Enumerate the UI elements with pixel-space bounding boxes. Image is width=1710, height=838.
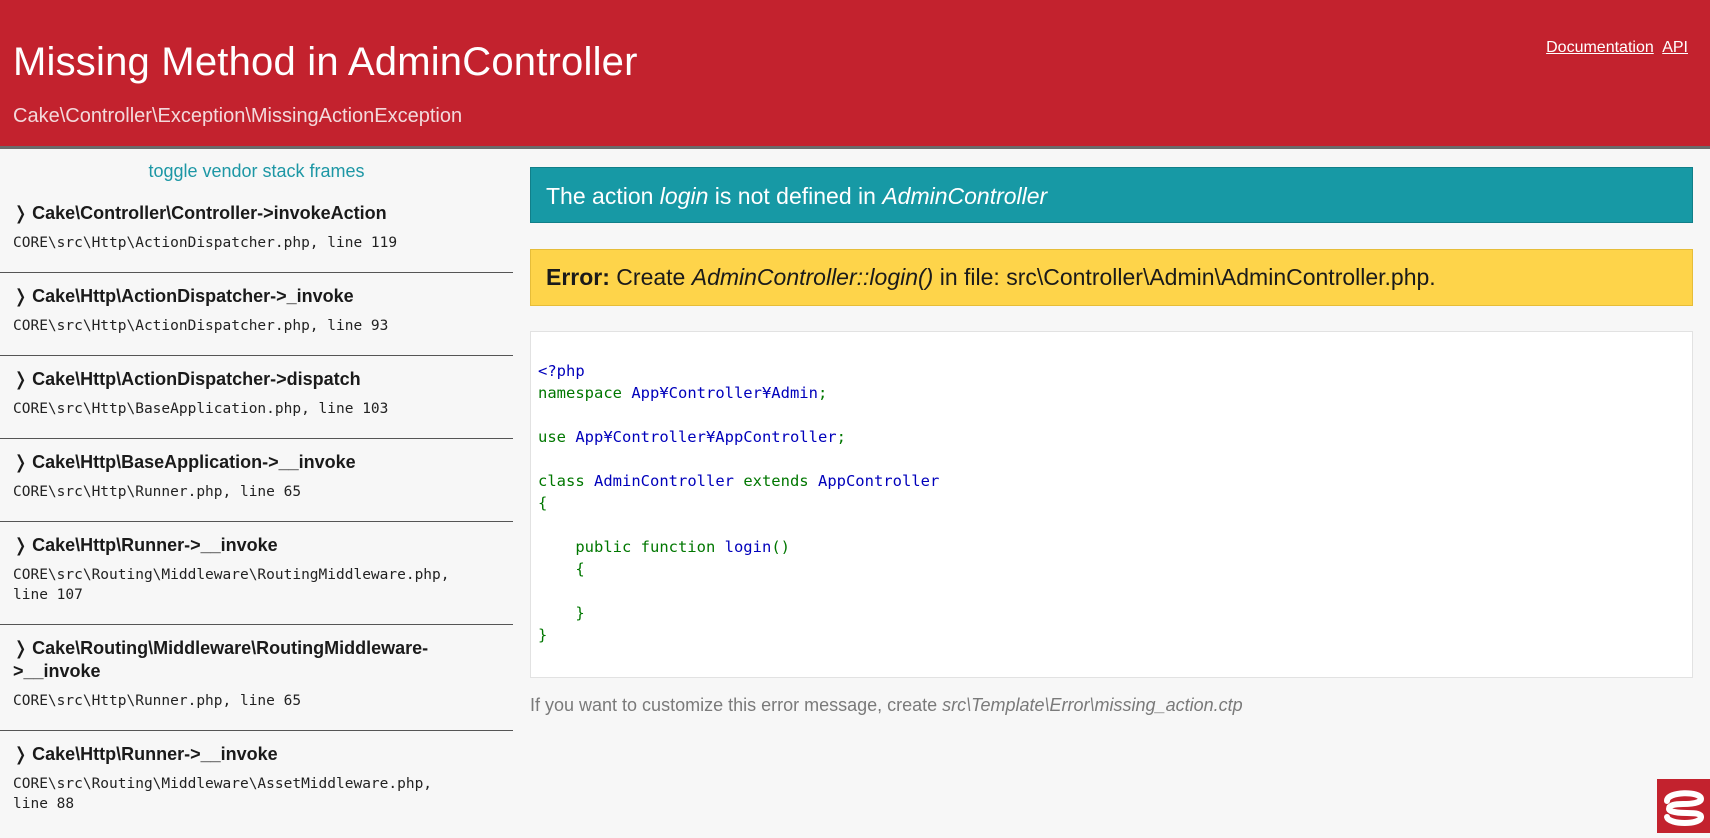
frame-method-name: Cake\Http\Runner->__invoke — [32, 535, 278, 555]
controller-name: AdminController — [882, 183, 1047, 209]
code-identifier: AdminController — [594, 472, 734, 490]
code-indent — [538, 604, 575, 622]
code-identifier: AppController — [818, 472, 939, 490]
error-method: AdminController::login() — [692, 264, 934, 290]
code-indent — [538, 560, 575, 578]
template-path: src\Template\Error\missing_action.ctp — [942, 695, 1242, 715]
frame-file: CORE\src\Http\Runner.php, line 65 — [13, 691, 500, 711]
error-content: The action login is not defined in Admin… — [530, 167, 1693, 716]
frame-method: ❭Cake\Routing\Middleware\RoutingMiddlewa… — [13, 637, 500, 683]
chevron-right-icon: ❭ — [13, 369, 28, 389]
frame-file: CORE\src\Http\BaseApplication.php, line … — [13, 399, 500, 419]
frame-file: CORE\src\Http\Runner.php, line 65 — [13, 482, 500, 502]
code-keyword: public function — [575, 538, 724, 556]
code-open-tag: <?php — [538, 362, 585, 380]
chevron-right-icon: ❭ — [13, 638, 28, 658]
chevron-right-icon: ❭ — [13, 744, 28, 764]
error-text: in file: src\Controller\Admin\AdminContr… — [933, 264, 1435, 290]
api-link[interactable]: API — [1662, 39, 1688, 56]
code-punct: } — [575, 604, 584, 622]
code-identifier: App¥Controller¥AppController — [575, 428, 836, 446]
info-text: is not defined in — [708, 183, 882, 209]
stack-trace-sidebar: toggle vendor stack frames ❭Cake\Control… — [0, 149, 513, 833]
error-text: Create — [610, 264, 692, 290]
frame-method: ❭Cake\Http\ActionDispatcher->dispatch — [13, 368, 500, 391]
error-header: Missing Method in AdminController Cake\C… — [0, 0, 1710, 149]
stack-frame[interactable]: ❭Cake\Http\BaseApplication->__invoke COR… — [0, 439, 513, 522]
frame-file: CORE\src\Routing\Middleware\RoutingMiddl… — [13, 565, 500, 605]
code-punct: { — [538, 494, 547, 512]
toggle-vendor-frames-link[interactable]: toggle vendor stack frames — [0, 161, 513, 182]
frame-method: ❭Cake\Controller\Controller->invokeActio… — [13, 202, 500, 225]
stack-frame[interactable]: ❭Cake\Http\Runner->__invoke CORE\src\Rou… — [0, 731, 513, 833]
stack-frame[interactable]: ❭Cake\Controller\Controller->invokeActio… — [0, 190, 513, 273]
cakephp-logo-icon[interactable] — [1657, 779, 1710, 833]
frame-method: ❭Cake\Http\Runner->__invoke — [13, 534, 500, 557]
info-text: The action — [546, 183, 660, 209]
stack-frame[interactable]: ❭Cake\Http\ActionDispatcher->dispatch CO… — [0, 356, 513, 439]
page-title: Missing Method in AdminController — [13, 40, 638, 85]
frame-method: ❭Cake\Http\BaseApplication->__invoke — [13, 451, 500, 474]
stack-frame[interactable]: ❭Cake\Http\ActionDispatcher->_invoke COR… — [0, 273, 513, 356]
exception-class: Cake\Controller\Exception\MissingActionE… — [13, 105, 462, 128]
action-name: login — [660, 183, 709, 209]
frame-method-name: Cake\Http\BaseApplication->__invoke — [32, 452, 356, 472]
frame-method-name: Cake\Http\ActionDispatcher->dispatch — [32, 369, 361, 389]
documentation-link[interactable]: Documentation — [1546, 39, 1654, 56]
code-keyword: extends — [734, 472, 818, 490]
frame-method-name: Cake\Http\ActionDispatcher->_invoke — [32, 286, 354, 306]
code-punct: ; — [818, 384, 827, 402]
code-punct: { — [575, 560, 584, 578]
chevron-right-icon: ❭ — [13, 286, 28, 306]
stack-frame[interactable]: ❭Cake\Routing\Middleware\RoutingMiddlewa… — [0, 625, 513, 731]
code-keyword: namespace — [538, 384, 631, 402]
chevron-right-icon: ❭ — [13, 535, 28, 555]
stack-frame[interactable]: ❭Cake\Http\Runner->__invoke CORE\src\Rou… — [0, 522, 513, 625]
frame-method-name: Cake\Routing\Middleware\RoutingMiddlewar… — [13, 638, 428, 681]
code-punct: () — [771, 538, 790, 556]
chevron-right-icon: ❭ — [13, 452, 28, 472]
frame-file: CORE\src\Http\ActionDispatcher.php, line… — [13, 233, 500, 253]
code-punct: } — [538, 626, 547, 644]
frame-file: CORE\src\Routing\Middleware\AssetMiddlew… — [13, 774, 500, 814]
error-message: Error: Create AdminController::login() i… — [530, 249, 1693, 306]
error-label: Error: — [546, 264, 610, 290]
code-keyword: use — [538, 428, 575, 446]
frame-file: CORE\src\Http\ActionDispatcher.php, line… — [13, 316, 500, 336]
frame-method: ❭Cake\Http\Runner->__invoke — [13, 743, 500, 766]
header-links: Documentation API — [1542, 39, 1688, 57]
code-identifier: App¥Controller¥Admin — [631, 384, 818, 402]
customize-hint: If you want to customize this error mess… — [530, 695, 1693, 716]
frame-method-name: Cake\Http\Runner->__invoke — [32, 744, 278, 764]
code-suggestion: <?php namespace App¥Controller¥Admin; us… — [530, 331, 1693, 678]
code-keyword: class — [538, 472, 594, 490]
frame-method-name: Cake\Controller\Controller->invokeAction — [32, 203, 387, 223]
chevron-right-icon: ❭ — [13, 203, 28, 223]
code-indent — [538, 538, 575, 556]
code-punct: ; — [837, 428, 846, 446]
cakephp-logo-icon — [1657, 779, 1710, 833]
info-message: The action login is not defined in Admin… — [530, 167, 1693, 223]
hint-text: If you want to customize this error mess… — [530, 695, 942, 715]
frame-method: ❭Cake\Http\ActionDispatcher->_invoke — [13, 285, 500, 308]
code-identifier: login — [725, 538, 772, 556]
